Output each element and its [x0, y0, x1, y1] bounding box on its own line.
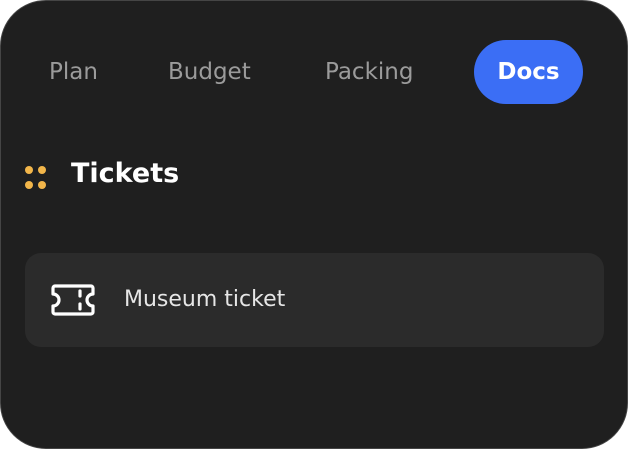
tab-plan[interactable]: Plan [49, 40, 98, 104]
drag-handle-icon[interactable] [23, 158, 47, 189]
section-header: Tickets [23, 151, 179, 195]
section-title: Tickets [71, 157, 180, 189]
docs-panel: Plan Budget Packing Docs Tickets Museum … [0, 0, 628, 449]
tab-docs[interactable]: Docs [474, 40, 583, 104]
list-item[interactable]: Museum ticket [25, 253, 604, 347]
tab-packing[interactable]: Packing [325, 40, 413, 104]
tab-bar: Plan Budget Packing Docs [23, 40, 585, 104]
tab-budget[interactable]: Budget [168, 40, 251, 104]
list-item-label: Museum ticket [124, 287, 286, 312]
ticket-icon [51, 284, 95, 316]
